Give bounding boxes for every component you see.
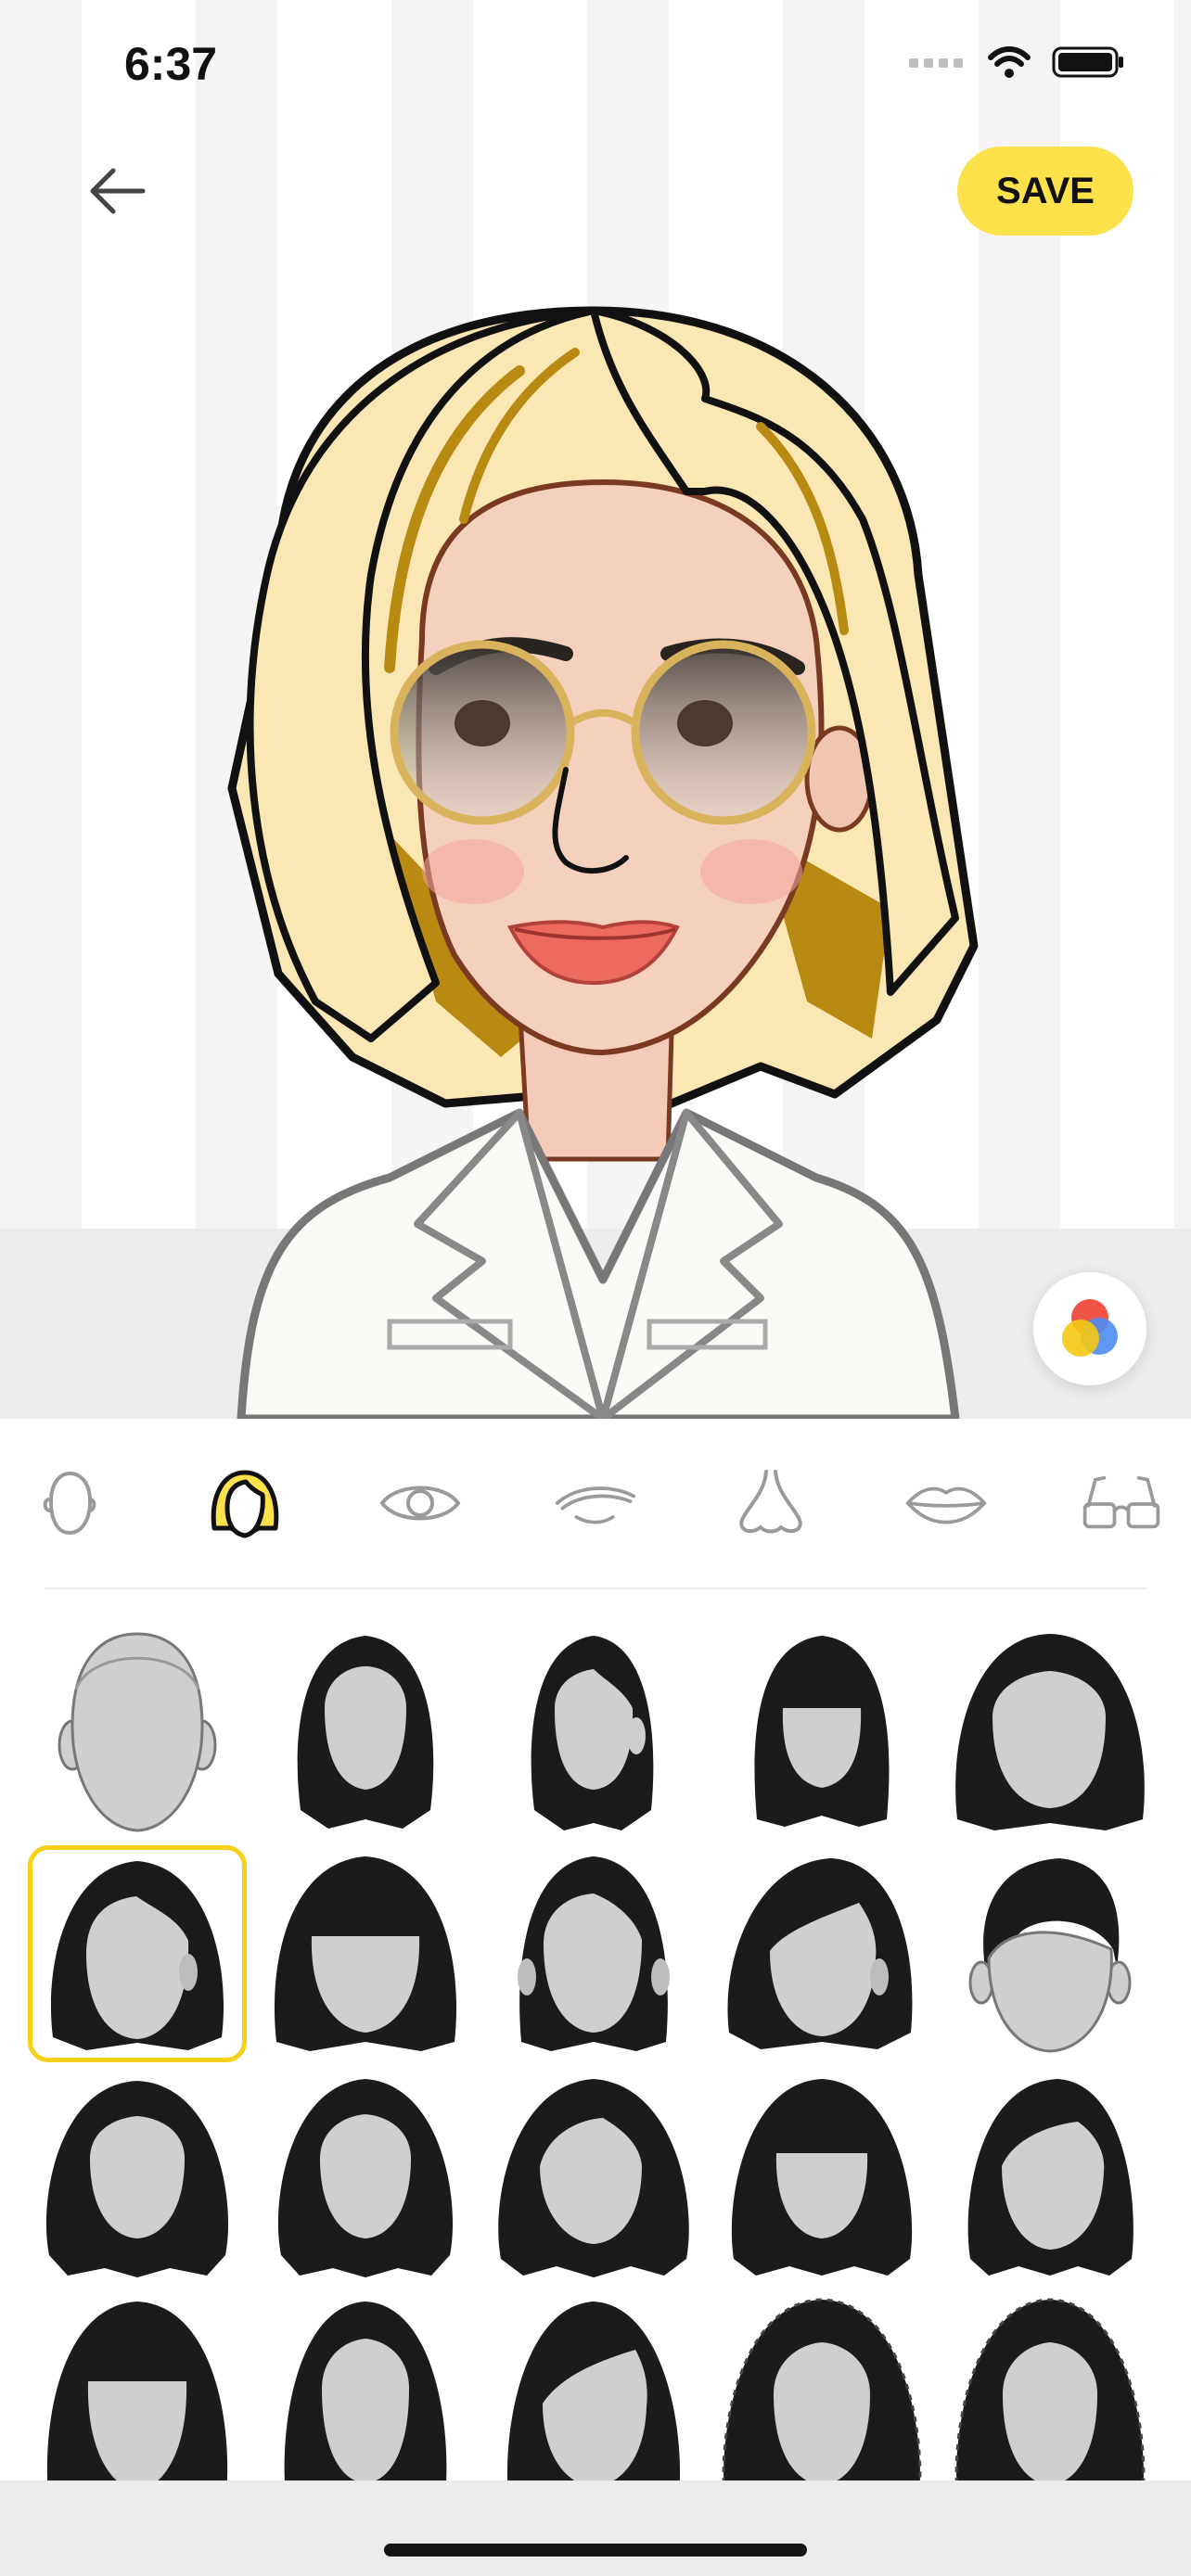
hair-style-icon	[45, 2081, 229, 2277]
color-picker-button[interactable]	[1033, 1272, 1146, 1385]
status-bar: 6:37	[0, 0, 1191, 130]
hair-option-5[interactable]	[941, 1623, 1159, 1840]
hair-style-grid	[0, 1604, 1191, 2531]
back-button[interactable]	[78, 156, 156, 226]
editor-panel	[0, 1419, 1191, 2576]
category-tabs	[0, 1419, 1191, 1588]
hair-option-19[interactable]	[712, 2290, 931, 2507]
glasses-icon	[1082, 1475, 1160, 1529]
hair-style-icon	[297, 1636, 434, 1829]
hair-style-icon	[498, 2079, 689, 2277]
home-indicator[interactable]	[384, 2544, 807, 2557]
hair-style-icon	[506, 2302, 681, 2506]
hair-option-6[interactable]	[28, 1845, 247, 2062]
cellular-signal-icon	[909, 58, 963, 68]
color-palette-icon	[1062, 1299, 1118, 1357]
hair-option-8[interactable]	[484, 1845, 703, 2062]
hair-option-16[interactable]	[28, 2290, 247, 2507]
hair-option-4[interactable]	[712, 1623, 931, 1840]
hair-option-10[interactable]	[941, 1845, 1159, 2062]
hair-option-15[interactable]	[941, 2068, 1159, 2285]
hair-style-icon	[277, 2079, 454, 2277]
hair-option-7[interactable]	[256, 1845, 475, 2062]
home-indicator-area	[0, 2480, 1191, 2576]
hair-style-icon	[722, 2298, 922, 2506]
tab-eyes[interactable]	[378, 1461, 462, 1545]
hair-option-17[interactable]	[256, 2290, 475, 2507]
tab-hair[interactable]	[203, 1461, 287, 1545]
panel-divider	[45, 1588, 1146, 1589]
save-button[interactable]: SAVE	[957, 147, 1133, 236]
hair-option-11[interactable]	[28, 2068, 247, 2285]
tab-nose[interactable]	[729, 1461, 813, 1545]
arrow-left-icon	[90, 168, 146, 214]
tab-lips[interactable]	[904, 1461, 988, 1545]
nose-icon	[739, 1470, 802, 1534]
hair-option-bald[interactable]	[28, 1623, 247, 1840]
hair-style-icon	[50, 1861, 224, 2050]
hair-style-icon	[727, 1858, 913, 2049]
eyebrow-icon	[555, 1486, 636, 1524]
hair-option-14[interactable]	[712, 2068, 931, 2285]
battery-icon	[1052, 46, 1123, 78]
tab-face[interactable]	[28, 1461, 111, 1545]
hair-style-icon	[954, 2298, 1146, 2506]
eye-icon	[379, 1486, 461, 1521]
hair-option-20[interactable]	[941, 2290, 1159, 2507]
tab-eyebrows[interactable]	[554, 1461, 637, 1545]
tab-glasses[interactable]	[1080, 1461, 1163, 1545]
hair-style-icon	[754, 1636, 890, 1827]
status-time: 6:37	[124, 38, 218, 90]
wifi-icon	[988, 46, 1031, 78]
hair-option-12[interactable]	[256, 2068, 475, 2285]
hair-style-icon	[284, 2302, 447, 2506]
hair-style-icon	[967, 2079, 1133, 2276]
hair-style-icon	[968, 1858, 1132, 2053]
hair-option-2[interactable]	[256, 1623, 475, 1840]
status-icons	[909, 45, 1126, 80]
hair-style-icon	[46, 2302, 228, 2506]
hair-option-9[interactable]	[712, 1845, 931, 2062]
hair-style-icon	[531, 1636, 654, 1830]
face-shape-icon	[43, 1471, 96, 1536]
hair-option-18[interactable]	[484, 2290, 703, 2507]
hair-option-3[interactable]	[484, 1623, 703, 1840]
hair-style-icon	[731, 2079, 913, 2276]
hair-style-icon	[274, 1856, 457, 2051]
hair-option-13[interactable]	[484, 2068, 703, 2285]
hair-icon	[211, 1470, 279, 1538]
bald-head-icon	[58, 1632, 217, 1832]
lips-icon	[905, 1486, 987, 1524]
hair-style-icon	[518, 1856, 670, 2051]
hair-style-icon	[955, 1634, 1145, 1830]
